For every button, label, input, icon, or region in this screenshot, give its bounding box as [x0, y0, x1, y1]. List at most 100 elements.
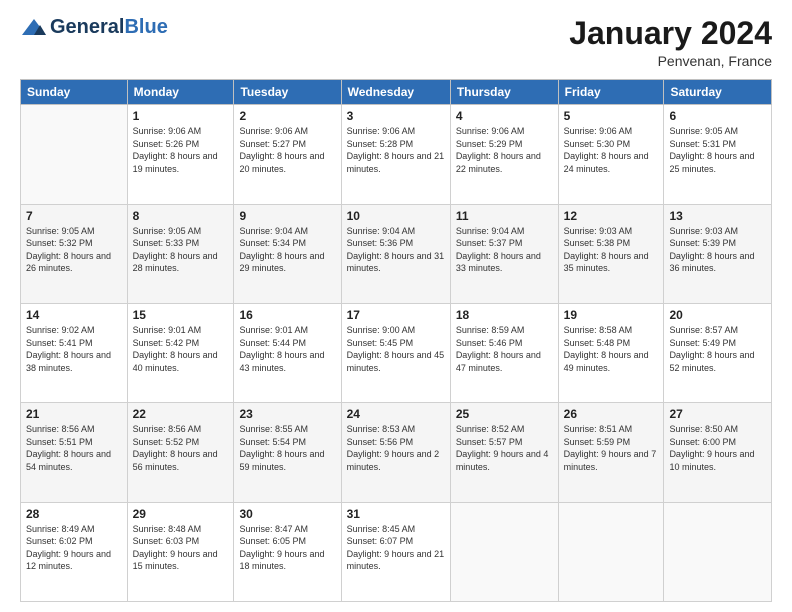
day-info: Sunrise: 8:59 AMSunset: 5:46 PMDaylight:…	[456, 324, 553, 374]
day-header-saturday: Saturday	[664, 80, 772, 105]
day-number: 22	[133, 407, 229, 421]
calendar-cell	[558, 502, 664, 601]
day-number: 18	[456, 308, 553, 322]
calendar-cell	[21, 105, 128, 204]
day-info: Sunrise: 8:58 AMSunset: 5:48 PMDaylight:…	[564, 324, 659, 374]
day-number: 10	[347, 209, 445, 223]
day-info: Sunrise: 8:55 AMSunset: 5:54 PMDaylight:…	[239, 423, 335, 473]
day-info: Sunrise: 9:03 AMSunset: 5:38 PMDaylight:…	[564, 225, 659, 275]
location-subtitle: Penvenan, France	[569, 53, 772, 69]
day-number: 5	[564, 109, 659, 123]
day-number: 1	[133, 109, 229, 123]
calendar-cell: 19 Sunrise: 8:58 AMSunset: 5:48 PMDayligh…	[558, 303, 664, 402]
month-title: January 2024	[569, 16, 772, 51]
day-number: 11	[456, 209, 553, 223]
day-info: Sunrise: 9:06 AMSunset: 5:27 PMDaylight:…	[239, 125, 335, 175]
day-header-monday: Monday	[127, 80, 234, 105]
calendar-week-4: 21 Sunrise: 8:56 AMSunset: 5:51 PMDayligh…	[21, 403, 772, 502]
calendar-cell	[664, 502, 772, 601]
day-number: 24	[347, 407, 445, 421]
day-info: Sunrise: 9:03 AMSunset: 5:39 PMDaylight:…	[669, 225, 766, 275]
calendar-cell: 24 Sunrise: 8:53 AMSunset: 5:56 PMDayligh…	[341, 403, 450, 502]
day-header-thursday: Thursday	[450, 80, 558, 105]
day-number: 19	[564, 308, 659, 322]
day-number: 28	[26, 507, 122, 521]
calendar-cell: 14 Sunrise: 9:02 AMSunset: 5:41 PMDayligh…	[21, 303, 128, 402]
day-number: 6	[669, 109, 766, 123]
day-info: Sunrise: 8:45 AMSunset: 6:07 PMDaylight:…	[347, 523, 445, 573]
header-row: SundayMondayTuesdayWednesdayThursdayFrid…	[21, 80, 772, 105]
calendar-cell: 28 Sunrise: 8:49 AMSunset: 6:02 PMDayligh…	[21, 502, 128, 601]
calendar-cell: 3Sunrise: 9:06 AMSunset: 5:28 PMDaylight…	[341, 105, 450, 204]
day-info: Sunrise: 8:49 AMSunset: 6:02 PMDaylight:…	[26, 523, 122, 573]
calendar-cell: 17Sunrise: 9:00 AMSunset: 5:45 PMDayligh…	[341, 303, 450, 402]
logo: GeneralBlue	[20, 16, 168, 39]
calendar-cell: 27 Sunrise: 8:50 AMSunset: 6:00 PMDayligh…	[664, 403, 772, 502]
day-number: 8	[133, 209, 229, 223]
calendar-cell: 2Sunrise: 9:06 AMSunset: 5:27 PMDaylight…	[234, 105, 341, 204]
logo-general-text: General	[50, 16, 124, 39]
logo-icon	[20, 17, 48, 39]
day-info: Sunrise: 9:04 AMSunset: 5:37 PMDaylight:…	[456, 225, 553, 275]
header: GeneralBlue January 2024 Penvenan, Franc…	[20, 16, 772, 69]
calendar-cell: 9Sunrise: 9:04 AMSunset: 5:34 PMDaylight…	[234, 204, 341, 303]
day-info: Sunrise: 9:02 AMSunset: 5:41 PMDaylight:…	[26, 324, 122, 374]
day-info: Sunrise: 8:56 AMSunset: 5:52 PMDaylight:…	[133, 423, 229, 473]
day-info: Sunrise: 8:53 AMSunset: 5:56 PMDaylight:…	[347, 423, 445, 473]
day-number: 16	[239, 308, 335, 322]
logo-blue-text: Blue	[124, 16, 167, 39]
calendar-cell: 1 Sunrise: 9:06 AMSunset: 5:26 PMDaylight…	[127, 105, 234, 204]
day-header-friday: Friday	[558, 80, 664, 105]
day-number: 14	[26, 308, 122, 322]
day-number: 21	[26, 407, 122, 421]
calendar-cell: 30Sunrise: 8:47 AMSunset: 6:05 PMDayligh…	[234, 502, 341, 601]
day-number: 12	[564, 209, 659, 223]
calendar-cell	[450, 502, 558, 601]
calendar-cell: 5 Sunrise: 9:06 AMSunset: 5:30 PMDaylight…	[558, 105, 664, 204]
day-header-sunday: Sunday	[21, 80, 128, 105]
day-number: 25	[456, 407, 553, 421]
day-number: 9	[239, 209, 335, 223]
day-info: Sunrise: 9:06 AMSunset: 5:30 PMDaylight:…	[564, 125, 659, 175]
day-info: Sunrise: 9:05 AMSunset: 5:31 PMDaylight:…	[669, 125, 766, 175]
day-header-tuesday: Tuesday	[234, 80, 341, 105]
calendar-cell: 8 Sunrise: 9:05 AMSunset: 5:33 PMDaylight…	[127, 204, 234, 303]
day-info: Sunrise: 8:56 AMSunset: 5:51 PMDaylight:…	[26, 423, 122, 473]
calendar-cell: 13 Sunrise: 9:03 AMSunset: 5:39 PMDayligh…	[664, 204, 772, 303]
calendar-cell: 18 Sunrise: 8:59 AMSunset: 5:46 PMDayligh…	[450, 303, 558, 402]
calendar-cell: 16Sunrise: 9:01 AMSunset: 5:44 PMDayligh…	[234, 303, 341, 402]
day-header-wednesday: Wednesday	[341, 80, 450, 105]
day-number: 13	[669, 209, 766, 223]
calendar-week-5: 28 Sunrise: 8:49 AMSunset: 6:02 PMDayligh…	[21, 502, 772, 601]
day-number: 27	[669, 407, 766, 421]
day-number: 15	[133, 308, 229, 322]
calendar-cell: 31 Sunrise: 8:45 AMSunset: 6:07 PMDayligh…	[341, 502, 450, 601]
day-info: Sunrise: 8:52 AMSunset: 5:57 PMDaylight:…	[456, 423, 553, 473]
day-info: Sunrise: 9:06 AMSunset: 5:26 PMDaylight:…	[133, 125, 229, 175]
calendar-cell: 22 Sunrise: 8:56 AMSunset: 5:52 PMDayligh…	[127, 403, 234, 502]
day-info: Sunrise: 9:05 AMSunset: 5:32 PMDaylight:…	[26, 225, 122, 275]
day-number: 26	[564, 407, 659, 421]
calendar-cell: 20Sunrise: 8:57 AMSunset: 5:49 PMDayligh…	[664, 303, 772, 402]
day-info: Sunrise: 9:00 AMSunset: 5:45 PMDaylight:…	[347, 324, 445, 374]
calendar-cell: 15 Sunrise: 9:01 AMSunset: 5:42 PMDayligh…	[127, 303, 234, 402]
calendar-table: SundayMondayTuesdayWednesdayThursdayFrid…	[20, 79, 772, 602]
day-info: Sunrise: 9:06 AMSunset: 5:28 PMDaylight:…	[347, 125, 445, 175]
day-info: Sunrise: 9:05 AMSunset: 5:33 PMDaylight:…	[133, 225, 229, 275]
calendar-cell: 11 Sunrise: 9:04 AMSunset: 5:37 PMDayligh…	[450, 204, 558, 303]
calendar-cell: 23Sunrise: 8:55 AMSunset: 5:54 PMDayligh…	[234, 403, 341, 502]
day-info: Sunrise: 8:48 AMSunset: 6:03 PMDaylight:…	[133, 523, 229, 573]
day-info: Sunrise: 9:04 AMSunset: 5:36 PMDaylight:…	[347, 225, 445, 275]
calendar-week-2: 7Sunrise: 9:05 AMSunset: 5:32 PMDaylight…	[21, 204, 772, 303]
day-number: 31	[347, 507, 445, 521]
calendar-cell: 26Sunrise: 8:51 AMSunset: 5:59 PMDayligh…	[558, 403, 664, 502]
day-info: Sunrise: 9:01 AMSunset: 5:42 PMDaylight:…	[133, 324, 229, 374]
calendar-cell: 7Sunrise: 9:05 AMSunset: 5:32 PMDaylight…	[21, 204, 128, 303]
day-number: 20	[669, 308, 766, 322]
calendar-cell: 6 Sunrise: 9:05 AMSunset: 5:31 PMDaylight…	[664, 105, 772, 204]
day-number: 30	[239, 507, 335, 521]
day-info: Sunrise: 8:50 AMSunset: 6:00 PMDaylight:…	[669, 423, 766, 473]
calendar-cell: 12 Sunrise: 9:03 AMSunset: 5:38 PMDayligh…	[558, 204, 664, 303]
calendar-week-1: 1 Sunrise: 9:06 AMSunset: 5:26 PMDaylight…	[21, 105, 772, 204]
day-info: Sunrise: 9:06 AMSunset: 5:29 PMDaylight:…	[456, 125, 553, 175]
